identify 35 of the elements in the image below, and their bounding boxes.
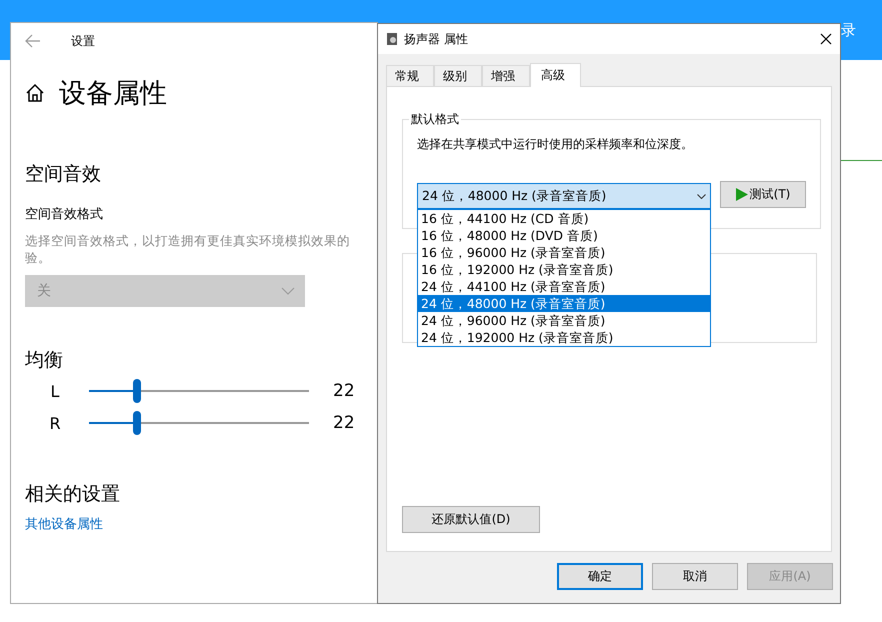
test-button[interactable]: 测试(T): [720, 181, 806, 208]
play-icon: [736, 188, 748, 201]
tab[interactable]: 高级: [530, 63, 581, 87]
back-arrow-icon[interactable]: [25, 34, 41, 48]
restore-defaults-button[interactable]: 还原默认值(D): [402, 506, 540, 533]
chevron-down-icon: [697, 194, 706, 198]
dropdown-option[interactable]: 24 位，48000 Hz (录音室音质): [418, 295, 710, 312]
slider-value: 22: [333, 413, 355, 433]
window-title: 设置: [71, 32, 95, 50]
dialog-button[interactable]: 取消: [652, 563, 738, 590]
tab[interactable]: 增强: [482, 65, 530, 86]
slider-value: 22: [333, 381, 355, 401]
channel-label: L: [50, 382, 60, 400]
device-properties-link[interactable]: 其他设备属性: [25, 515, 377, 533]
dialog-button[interactable]: 确定: [557, 563, 643, 590]
home-icon[interactable]: [25, 83, 45, 103]
slider-thumb[interactable]: [133, 379, 142, 403]
format-dropdown[interactable]: 24 位，48000 Hz (录音室音质): [417, 183, 711, 209]
section-heading: 空间音效: [25, 162, 102, 187]
section-heading: 相关的设置: [25, 482, 121, 507]
field-label: 空间音效格式: [25, 206, 104, 223]
tab[interactable]: 级别: [434, 65, 482, 86]
channel-label: R: [48, 414, 62, 432]
close-icon[interactable]: [820, 33, 832, 45]
description-text: 选择在共享模式中运行时使用的采样频率和位深度。: [417, 136, 694, 153]
chevron-down-icon: [281, 287, 295, 295]
section-heading: 均衡: [25, 348, 64, 373]
tab[interactable]: 常规: [386, 65, 434, 86]
slider-thumb[interactable]: [133, 411, 142, 435]
speaker-icon: [386, 32, 398, 46]
dialog-title: 扬声器 属性: [404, 30, 469, 48]
description-text: 验。: [25, 250, 52, 267]
description-text: 选择空间音效格式，以打造拥有更佳真实环境模拟效果的: [25, 233, 351, 250]
group-title: 默认格式: [410, 111, 460, 128]
page-heading: 设备属性: [59, 77, 167, 111]
